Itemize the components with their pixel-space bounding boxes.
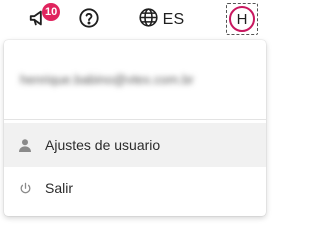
avatar: H: [229, 6, 255, 32]
logout-label: Salir: [45, 180, 74, 196]
user-icon: [18, 138, 32, 152]
user-email: henrique.babino@vtex.com.br: [20, 72, 194, 87]
language-selector[interactable]: ES: [136, 7, 186, 33]
user-settings-item[interactable]: Ajustes de usuario: [4, 123, 266, 167]
user-dropdown-menu: henrique.babino@vtex.com.br Ajustes de u…: [4, 40, 266, 216]
notification-count-badge: 10: [42, 3, 61, 21]
help-circle-icon: [78, 7, 100, 34]
user-menu-button[interactable]: H: [226, 3, 258, 35]
top-bar: 10 ES H: [0, 0, 270, 38]
user-settings-label: Ajustes de usuario: [45, 137, 161, 153]
globe-icon: [138, 7, 159, 33]
language-label: ES: [162, 11, 185, 28]
help-button[interactable]: [76, 7, 102, 33]
user-email-row: henrique.babino@vtex.com.br: [4, 40, 266, 119]
divider: [4, 119, 266, 120]
notifications-button[interactable]: 10: [24, 3, 61, 33]
power-icon: [18, 181, 32, 195]
logout-item[interactable]: Salir: [4, 166, 266, 210]
